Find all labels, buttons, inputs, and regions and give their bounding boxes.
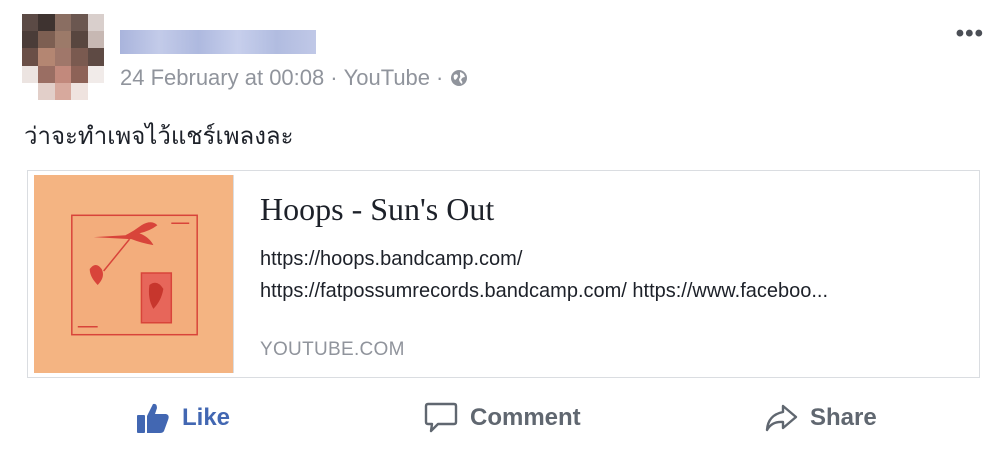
- post-timestamp[interactable]: 24 February at 00:08: [120, 65, 324, 91]
- link-description-line: https://fatpossumrecords.bandcamp.com/ h…: [260, 280, 829, 302]
- globe-icon[interactable]: [449, 68, 469, 88]
- meta-separator: ·: [436, 65, 444, 90]
- share-button[interactable]: Share: [764, 401, 877, 435]
- link-domain: YOUTUBE.COM: [260, 339, 405, 360]
- like-label: Like: [182, 404, 231, 431]
- share-icon: [765, 404, 798, 432]
- link-description-line: https://hoops.bandcamp.com/: [260, 248, 523, 270]
- author-name-blurred[interactable]: [120, 30, 316, 54]
- post-text: ว่าจะทำเพจไว้แชร์เพลงละ: [24, 122, 294, 150]
- share-label: Share: [810, 404, 877, 431]
- comment-button[interactable]: Comment: [424, 401, 581, 435]
- post-source[interactable]: YouTube: [344, 65, 430, 91]
- thumbs-up-icon: [137, 403, 169, 433]
- post-actions-bar: Like Comment Share: [0, 388, 1000, 448]
- avatar[interactable]: [22, 14, 104, 100]
- comment-icon: [424, 402, 458, 433]
- meta-separator: ·: [330, 65, 338, 90]
- comment-label: Comment: [470, 404, 581, 431]
- link-preview-card[interactable]: Hoops - Sun's Out https://hoops.bandcamp…: [27, 170, 980, 378]
- album-cover-thumbnail[interactable]: [34, 175, 234, 373]
- link-title[interactable]: Hoops - Sun's Out: [260, 191, 494, 228]
- like-button[interactable]: Like: [136, 401, 230, 435]
- post-meta: 24 February at 00:08 · YouTube ·: [120, 65, 469, 91]
- link-description: https://hoops.bandcamp.com/ https://fatp…: [260, 243, 970, 307]
- more-options-icon[interactable]: •••: [956, 22, 984, 46]
